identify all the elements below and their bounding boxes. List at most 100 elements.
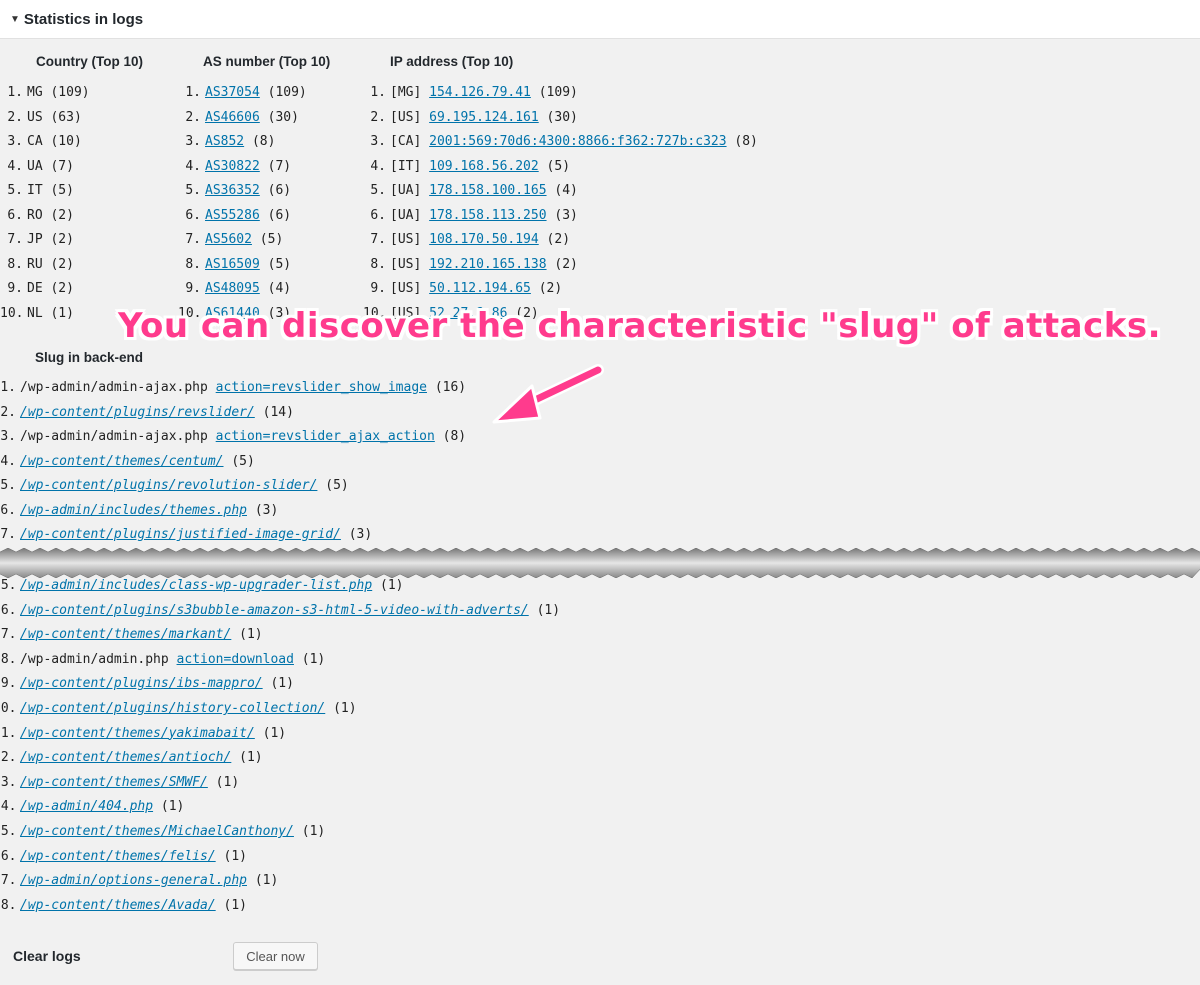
count: (7) <box>50 158 74 174</box>
ip-address-link[interactable]: 154.126.79.41 <box>429 85 531 100</box>
as-number-link[interactable]: AS5602 <box>205 232 252 247</box>
slug-link[interactable]: action=revslider_ajax_action <box>216 429 435 444</box>
ip-address-link[interactable]: 2001:569:70d6:4300:8866:f362:727b:c323 <box>429 134 726 149</box>
rank: 8. <box>185 256 201 272</box>
count: (14) <box>262 404 294 420</box>
slug-row: 34./wp-admin/404.php (1) <box>0 798 184 816</box>
as-number-link[interactable]: AS37054 <box>205 85 260 100</box>
count: (16) <box>434 380 467 395</box>
country-row: 8. RU (2) <box>0 256 74 274</box>
count: (109) <box>50 85 90 100</box>
slug-path: /wp-admin/admin-ajax.php <box>20 429 208 444</box>
slug-link[interactable]: /wp-admin/includes/themes.php <box>20 503 247 518</box>
as-row: 4. AS30822 (7) <box>178 158 291 176</box>
slug-link[interactable]: /wp-content/themes/markant/ <box>20 627 231 642</box>
count: (2) <box>50 281 74 296</box>
rank: 5. <box>370 183 386 198</box>
rank: 3. <box>370 134 386 149</box>
panel-header[interactable]: ▼ Statistics in logs <box>0 0 1200 39</box>
slug-link[interactable]: /wp-content/themes/felis/ <box>20 849 216 864</box>
rank: 1. <box>0 380 16 395</box>
ip-row: 4. [IT] 109.168.56.202 (5) <box>363 158 570 176</box>
rank: 9. <box>7 281 23 296</box>
rank: 6. <box>185 207 201 223</box>
slug-link[interactable]: /wp-content/plugins/history-collection/ <box>20 701 325 716</box>
rank: 4. <box>0 453 16 469</box>
as-number-link[interactable]: AS36352 <box>205 183 260 198</box>
count: (5) <box>231 453 255 469</box>
as-number-link[interactable]: AS48095 <box>205 281 260 296</box>
slug-link[interactable]: /wp-content/themes/centum/ <box>20 454 224 469</box>
country-tag: [MG] <box>390 85 422 100</box>
ip-address-link[interactable]: 178.158.100.165 <box>429 183 546 198</box>
panel-title: Statistics in logs <box>23 10 144 28</box>
slug-link[interactable]: /wp-admin/options-general.php <box>20 873 247 888</box>
count: (2) <box>538 281 563 296</box>
count: (1) <box>50 305 74 321</box>
slug-link[interactable]: /wp-content/plugins/ibs-mappro/ <box>20 676 263 691</box>
as-number-link[interactable]: AS16509 <box>205 257 260 272</box>
country-code: IT <box>27 183 43 198</box>
slug-link[interactable]: /wp-admin/includes/class-wp-upgrader-lis… <box>20 578 372 593</box>
slug-row: 32./wp-content/themes/antioch/ (1) <box>0 749 263 767</box>
country-row: 7. JP (2) <box>0 231 74 249</box>
slug-link[interactable]: action=download <box>177 652 294 667</box>
ip-address-link[interactable]: 69.195.124.161 <box>429 110 539 125</box>
count: (1) <box>254 873 279 889</box>
ip-row: 5. [UA] 178.158.100.165 (4) <box>363 182 578 200</box>
rank: 1. <box>370 85 386 100</box>
rank: 5. <box>185 183 201 198</box>
as-number-link[interactable]: AS55286 <box>205 208 260 223</box>
as-row: 1. AS37054 (109) <box>178 84 306 102</box>
ip-row: 2. [US] 69.195.124.161 (30) <box>363 109 578 127</box>
as-number-link[interactable]: AS30822 <box>205 159 260 174</box>
ip-address-link[interactable]: 192.210.165.138 <box>429 257 546 272</box>
count: (5) <box>546 158 571 174</box>
slug-link[interactable]: /wp-content/themes/yakimabait/ <box>20 726 255 741</box>
rank: 2. <box>185 109 201 125</box>
count: (1) <box>262 725 287 741</box>
ip-address-link[interactable]: 108.170.50.194 <box>429 232 539 247</box>
count: (1) <box>239 627 263 643</box>
slug-row: 4. /wp-content/themes/centum/ (5) <box>0 453 255 471</box>
slug-link[interactable]: /wp-content/plugins/revolution-slider/ <box>20 478 317 493</box>
rank: 6. <box>0 502 16 518</box>
triangle-down-icon[interactable]: ▼ <box>10 14 20 25</box>
rank: 25. <box>0 578 17 593</box>
slug-link[interactable]: /wp-admin/404.php <box>20 799 153 814</box>
country-code: CA <box>27 134 43 149</box>
rank: 9. <box>185 281 201 296</box>
slug-link[interactable]: /wp-content/themes/Avada/ <box>20 898 216 913</box>
slug-row: 30./wp-content/plugins/history-collectio… <box>0 700 357 718</box>
ip-row: 7. [US] 108.170.50.194 (2) <box>363 231 570 249</box>
clear-now-button[interactable]: Clear now <box>233 942 318 970</box>
count: (8) <box>734 134 758 149</box>
slug-row: 3. /wp-admin/admin-ajax.php action=revsli… <box>0 428 466 446</box>
slug-link[interactable]: /wp-content/themes/MichaelCanthony/ <box>20 824 294 839</box>
count: (1) <box>215 774 240 790</box>
slug-link[interactable]: /wp-content/plugins/justified-image-grid… <box>20 527 341 542</box>
count: (8) <box>442 429 467 444</box>
rank: 32. <box>0 750 17 766</box>
rank: 4. <box>185 158 201 174</box>
country-row: 4. UA (7) <box>0 158 74 176</box>
country-row: 1. MG (109) <box>0 84 90 102</box>
slug-link[interactable]: action=revslider_show_image <box>216 380 427 395</box>
country-code: NL <box>27 305 43 321</box>
slug-link[interactable]: /wp-content/plugins/s3bubble-amazon-s3-h… <box>20 603 529 618</box>
as-number-link[interactable]: AS852 <box>205 134 244 149</box>
count: (1) <box>301 651 326 667</box>
count: (4) <box>267 281 292 296</box>
rank: 5. <box>0 478 16 493</box>
as-number-link[interactable]: AS46606 <box>205 110 260 125</box>
country-tag: [UA] <box>390 183 422 198</box>
slug-link[interactable]: /wp-content/plugins/revslider/ <box>20 405 255 420</box>
count: (1) <box>160 799 185 815</box>
ip-address-link[interactable]: 178.158.113.250 <box>429 208 546 223</box>
count: (5) <box>267 256 292 272</box>
count: (1) <box>223 897 247 913</box>
ip-address-link[interactable]: 109.168.56.202 <box>429 159 539 174</box>
slug-link[interactable]: /wp-content/themes/antioch/ <box>20 750 231 765</box>
slug-link[interactable]: /wp-content/themes/SMWF/ <box>20 775 208 790</box>
ip-address-link[interactable]: 50.112.194.65 <box>429 281 531 296</box>
